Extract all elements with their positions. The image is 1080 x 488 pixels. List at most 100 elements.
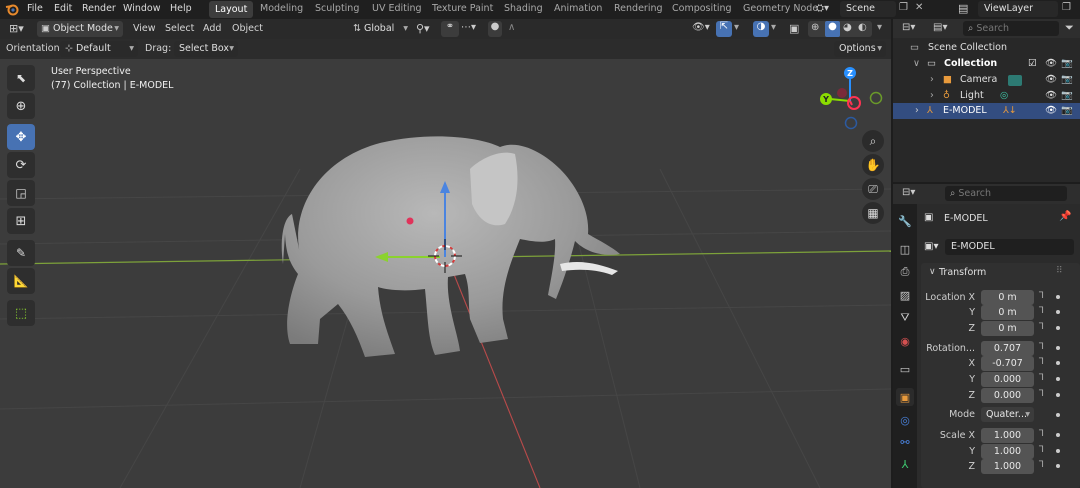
menu-edit[interactable]: Edit bbox=[54, 3, 72, 14]
lock-icon[interactable]: ⅂ bbox=[1039, 357, 1044, 367]
tab-animation[interactable]: Animation bbox=[554, 3, 602, 14]
overlays-dropdown-icon[interactable]: ▾ bbox=[771, 22, 776, 33]
ortho-toggle-button[interactable]: ▦ bbox=[862, 202, 884, 224]
object-origin-dot[interactable] bbox=[406, 217, 414, 225]
tab-view-layer[interactable]: ▨ bbox=[896, 286, 914, 304]
camera-view-button[interactable]: ⎚ bbox=[862, 178, 884, 200]
outliner-item-light[interactable]: › ♁ Light ◎ 👁 📷 bbox=[893, 88, 1080, 104]
editor-type-icon[interactable]: ⊟▾ bbox=[902, 22, 915, 33]
lock-icon[interactable]: ⅂ bbox=[1039, 342, 1044, 352]
rotation-w-field[interactable]: 0.707 bbox=[981, 341, 1034, 356]
camera-render-icon[interactable]: 📷 bbox=[1061, 105, 1073, 116]
eye-icon[interactable]: 👁 bbox=[1045, 74, 1057, 85]
transform-tool[interactable]: ⊞ bbox=[7, 208, 35, 234]
scale-x-field[interactable]: 1.000 bbox=[981, 428, 1034, 443]
camera-data-icon[interactable] bbox=[1008, 75, 1022, 86]
display-mode-icon[interactable]: ▤▾ bbox=[933, 22, 947, 33]
pin-icon[interactable]: 📌 bbox=[1059, 211, 1071, 222]
menu-view[interactable]: View bbox=[133, 23, 156, 34]
select-box-tool[interactable]: ⬉ bbox=[7, 65, 35, 91]
rotation-mode-dropdown[interactable]: Quater... ▾ bbox=[981, 407, 1034, 422]
menu-window[interactable]: Window bbox=[123, 3, 160, 14]
keyframe-dot-icon[interactable] bbox=[1056, 361, 1060, 365]
chevron-right-icon[interactable]: › bbox=[930, 90, 934, 101]
measure-tool[interactable]: 📐 bbox=[7, 268, 35, 294]
elephant-model[interactable] bbox=[281, 136, 620, 357]
tab-collection[interactable]: ▭ bbox=[896, 360, 914, 378]
chevron-down-icon[interactable]: ∨ bbox=[929, 267, 936, 277]
keyframe-dot-icon[interactable] bbox=[1056, 433, 1060, 437]
keyframe-dot-icon[interactable] bbox=[1056, 310, 1060, 314]
keyframe-dot-icon[interactable] bbox=[1056, 413, 1060, 417]
tab-shading[interactable]: Shading bbox=[504, 3, 543, 14]
chevron-down-icon[interactable]: ∨ bbox=[913, 58, 920, 69]
gizmo-dropdown-icon[interactable]: ▾ bbox=[734, 22, 739, 33]
lock-icon[interactable]: ⅂ bbox=[1039, 429, 1044, 439]
lock-icon[interactable]: ⅂ bbox=[1039, 445, 1044, 455]
material-shading-icon[interactable]: ◕ bbox=[843, 22, 852, 33]
annotate-tool[interactable]: ✎ bbox=[7, 240, 35, 266]
eye-icon[interactable]: 👁 bbox=[1045, 105, 1057, 116]
outliner-search-input[interactable]: ⌕ Search bbox=[963, 21, 1059, 36]
menu-help[interactable]: Help bbox=[170, 3, 192, 14]
drag-handle-icon[interactable]: ⠿ bbox=[1056, 266, 1063, 276]
shading-dropdown-icon[interactable]: ▾ bbox=[877, 22, 882, 33]
keyframe-dot-icon[interactable] bbox=[1056, 393, 1060, 397]
outliner-scene-collection[interactable]: ▭ Scene Collection bbox=[893, 40, 1080, 56]
tab-geometry-nodes[interactable]: Geometry Node bbox=[743, 3, 818, 14]
tab-world[interactable]: ◉ bbox=[896, 332, 914, 350]
solid-shading-icon[interactable]: ● bbox=[825, 21, 840, 37]
pivot-point-icon[interactable]: ⚲▾ bbox=[416, 22, 430, 35]
pan-button[interactable]: ✋ bbox=[862, 154, 884, 176]
drag-dropdown[interactable]: Select Box ▾ bbox=[174, 41, 238, 57]
tab-texture-paint[interactable]: Texture Paint bbox=[432, 3, 493, 14]
lock-icon[interactable]: ⅂ bbox=[1039, 322, 1044, 332]
scene-field[interactable]: Scene bbox=[840, 1, 896, 17]
rendered-shading-icon[interactable]: ◐ bbox=[858, 22, 867, 33]
keyframe-dot-icon[interactable] bbox=[1056, 449, 1060, 453]
keyframe-dot-icon[interactable] bbox=[1056, 326, 1060, 330]
add-cube-tool[interactable]: ⬚ bbox=[7, 300, 35, 326]
filter-icon[interactable]: ⏷ bbox=[1065, 21, 1074, 35]
move-tool[interactable]: ✥ bbox=[7, 124, 35, 150]
editor-type-icon[interactable]: ⊟▾ bbox=[902, 187, 915, 198]
rotate-tool[interactable]: ⟳ bbox=[7, 152, 35, 178]
snap-increment-icon[interactable]: ⋯▾ bbox=[461, 22, 476, 33]
eye-icon[interactable]: 👁 bbox=[1045, 58, 1057, 69]
3d-viewport[interactable]: ⊞▾ ▣ Object Mode ▾ View Select Add Object… bbox=[0, 19, 891, 488]
menu-file[interactable]: File bbox=[27, 3, 43, 14]
tab-tool[interactable]: 🔧 bbox=[896, 212, 914, 230]
keyframe-dot-icon[interactable] bbox=[1056, 464, 1060, 468]
tab-sculpting[interactable]: Sculpting bbox=[315, 3, 359, 14]
camera-render-icon[interactable]: 📷 bbox=[1061, 58, 1073, 69]
transform-orientation-dropdown[interactable]: ⇅ Global ▾ bbox=[348, 21, 410, 37]
properties-search-input[interactable]: ⌕ Search bbox=[945, 186, 1067, 201]
tab-modeling[interactable]: Modeling bbox=[260, 3, 303, 14]
neg-z-axis-handle[interactable] bbox=[844, 116, 858, 130]
snap-icon[interactable]: ⚭ bbox=[441, 21, 459, 37]
tab-compositing[interactable]: Compositing bbox=[672, 3, 732, 14]
proportional-editing-icon[interactable]: ● bbox=[488, 21, 502, 37]
tab-rendering[interactable]: Rendering bbox=[614, 3, 663, 14]
view-layer-copy-icon[interactable]: ❐ bbox=[1062, 2, 1071, 13]
rotation-y-field[interactable]: 0.000 bbox=[981, 372, 1034, 387]
falloff-icon[interactable]: ∧ bbox=[508, 22, 515, 33]
tab-object-data[interactable]: ⅄ bbox=[896, 455, 914, 473]
zoom-button[interactable]: ⌕ bbox=[862, 130, 884, 152]
show-gizmo-icon[interactable]: ⇱ bbox=[716, 21, 732, 37]
tab-output[interactable]: ⎙ bbox=[896, 263, 914, 281]
menu-render[interactable]: Render bbox=[82, 3, 116, 14]
xray-toggle-icon[interactable]: ▣ bbox=[789, 22, 799, 35]
scene-copy-icon[interactable]: ❐ bbox=[899, 2, 908, 13]
navigation-gizmo[interactable]: Z Y bbox=[812, 65, 886, 135]
tab-layout[interactable]: Layout bbox=[209, 1, 254, 18]
transform-panel-title[interactable]: Transform bbox=[939, 267, 986, 278]
scale-z-field[interactable]: 1.000 bbox=[981, 459, 1034, 474]
checkbox-icon[interactable]: ☑ bbox=[1028, 58, 1037, 69]
eye-icon[interactable]: 👁 bbox=[1045, 90, 1057, 101]
keyframe-dot-icon[interactable] bbox=[1056, 377, 1060, 381]
tab-scene[interactable]: ⛛ bbox=[896, 309, 914, 327]
scene-icon[interactable]: ⛭▾ bbox=[816, 3, 829, 14]
view-layer-field[interactable]: ViewLayer bbox=[978, 1, 1058, 17]
outliner-item-e-model[interactable]: › ⅄ E-MODEL ⅄↓ 👁 📷 bbox=[893, 103, 1080, 119]
